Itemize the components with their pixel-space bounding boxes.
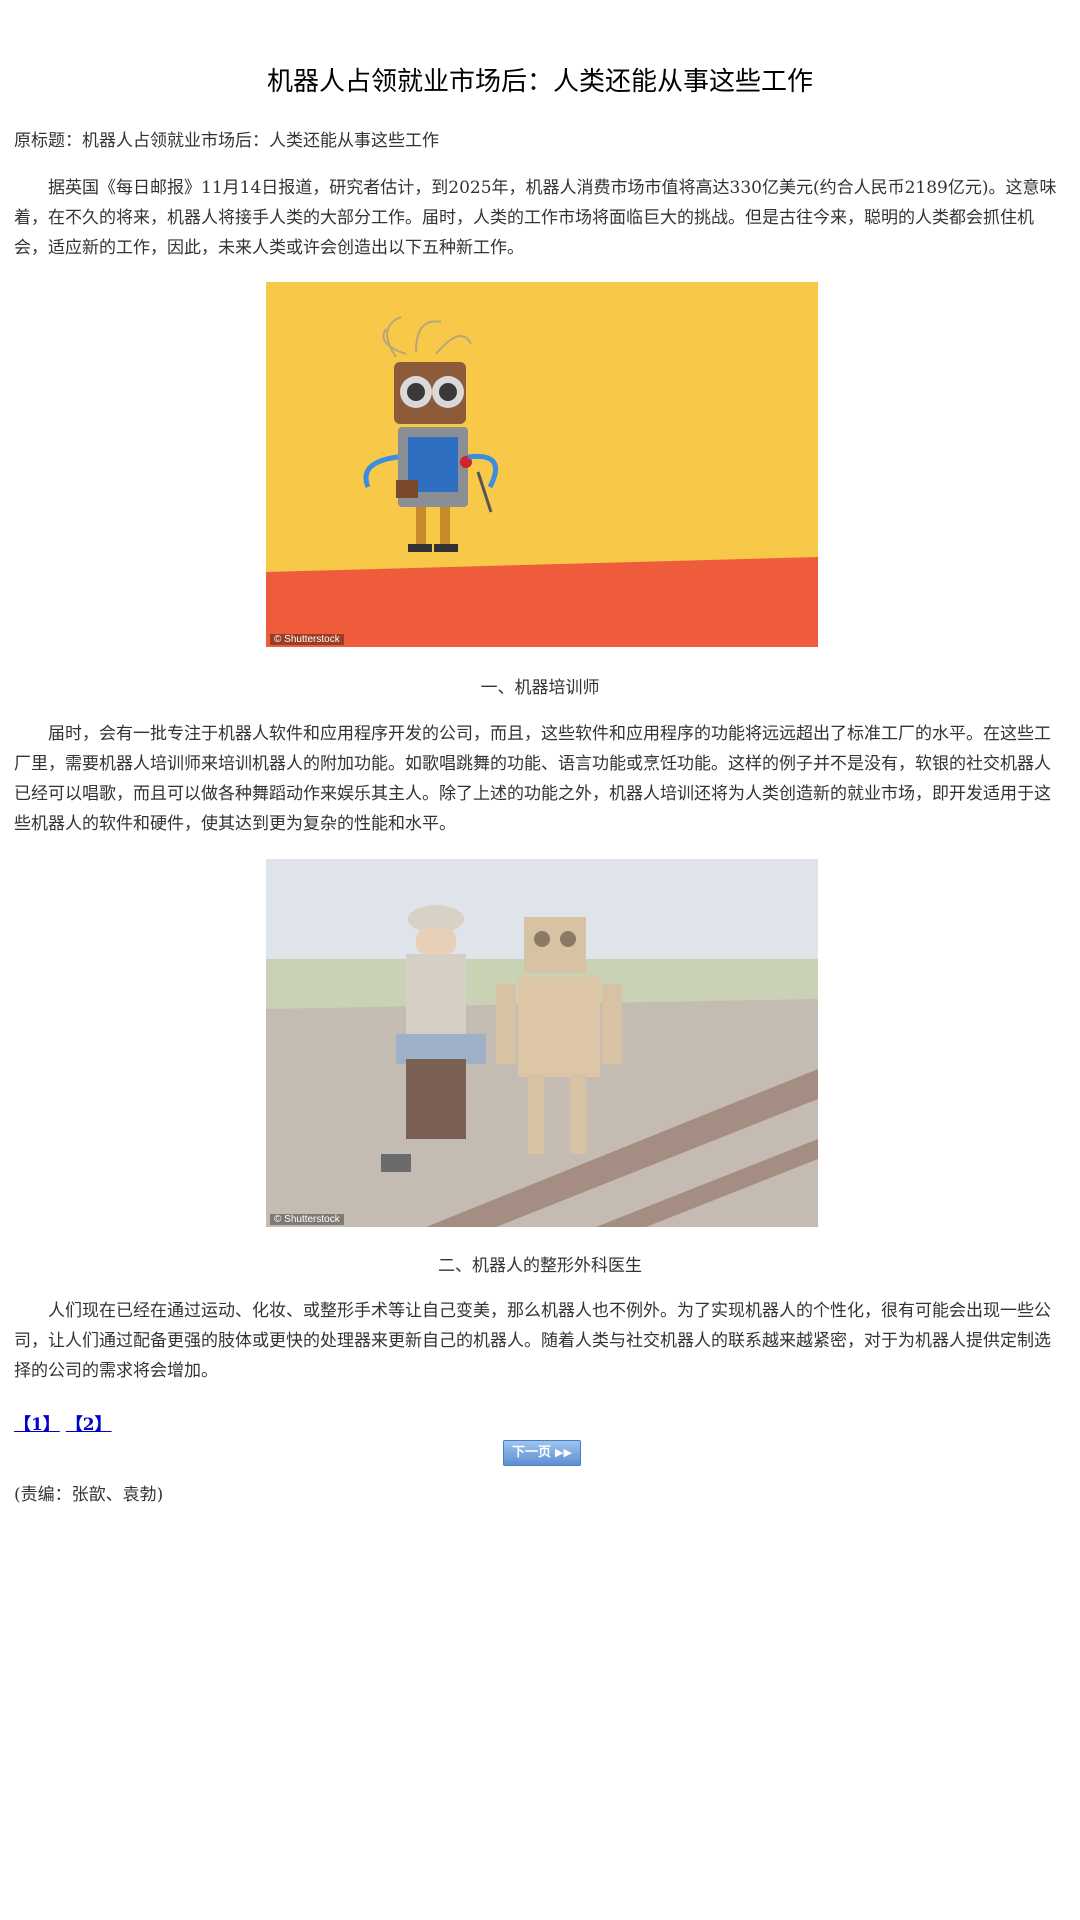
paragraph-surgeon: 人们现在已经在通过运动、化妆、或整形手术等让自己变美，那么机器人也不例外。为了实… <box>14 1301 1051 1381</box>
section-caption-1: 一、机器培训师 <box>480 678 600 698</box>
pagination: 【1】 【2】 <box>14 1410 112 1435</box>
boy-robot-railway-photo: © Shutterstock <box>266 859 818 1227</box>
next-page-label: 下一页 <box>512 1445 552 1460</box>
paragraph-trainer: 届时，会有一批专注于机器人软件和应用程序开发的公司，而且，这些软件和应用程序的功… <box>14 724 1051 834</box>
robot-photo-yellow: © Shutterstock <box>266 282 818 647</box>
page-link-2[interactable]: 【2】 <box>66 1415 112 1435</box>
robot-photo-drawing <box>266 282 818 647</box>
editor-credit: (责编：张歆、袁勃) <box>14 1485 164 1505</box>
section-caption-2: 二、机器人的整形外科医生 <box>438 1256 642 1276</box>
railway-photo-drawing <box>266 859 818 1227</box>
original-title: 原标题：机器人占领就业市场后：人类还能从事这些工作 <box>14 131 439 151</box>
watermark: © Shutterstock <box>270 634 344 645</box>
page-link-1[interactable]: 【1】 <box>14 1415 60 1435</box>
double-arrow-right-icon: ▶▶ <box>555 1446 572 1459</box>
next-page-button[interactable]: 下一页 ▶▶ <box>503 1440 581 1466</box>
article-page: 机器人占领就业市场后：人类还能从事这些工作 原标题：机器人占领就业市场后：人类还… <box>0 0 1080 1920</box>
watermark: © Shutterstock <box>270 1214 344 1225</box>
paragraph-intro: 据英国《每日邮报》11月14日报道，研究者估计，到2025年，机器人消费市场市值… <box>14 178 1057 258</box>
page-title: 机器人占领就业市场后：人类还能从事这些工作 <box>266 67 813 97</box>
